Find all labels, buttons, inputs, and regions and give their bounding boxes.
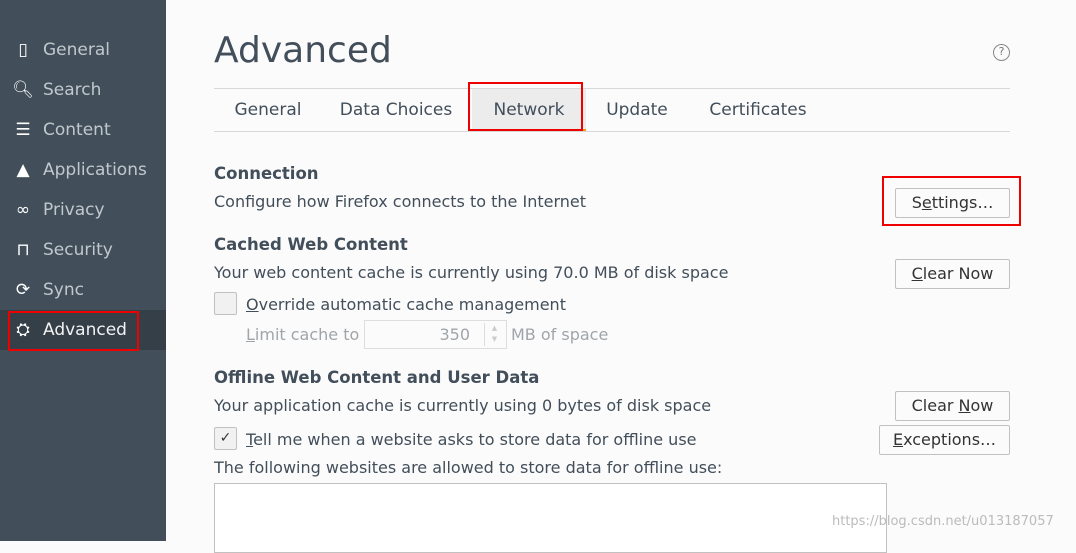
help-icon[interactable]: ?: [993, 44, 1010, 61]
tab-update[interactable]: Update: [590, 89, 684, 131]
exceptions-button[interactable]: Exceptions…: [879, 425, 1010, 455]
allowed-sites-list[interactable]: [214, 483, 887, 553]
cache-heading: Cached Web Content: [214, 235, 408, 254]
sidebar-item-label: Search: [43, 80, 102, 100]
cache-description: Your web content cache is currently usin…: [214, 263, 729, 282]
tab-general[interactable]: General: [214, 89, 322, 131]
sidebar-item-label: General: [43, 40, 110, 60]
content-icon: ☰: [15, 120, 31, 140]
sidebar-item-applications[interactable]: ▲ Applications: [0, 150, 166, 190]
offline-description: Your application cache is currently usin…: [214, 396, 712, 415]
watermark: https://blog.csdn.net/u013187057: [832, 514, 1054, 529]
tell-me-checkbox[interactable]: ✓: [214, 427, 237, 450]
sidebar-item-security[interactable]: ⊓ Security: [0, 230, 166, 270]
search-icon: 🔍︎: [12, 80, 34, 100]
limit-cache-input[interactable]: 350 ▲ ▼: [364, 320, 507, 349]
limit-cache-label: Limit cache to: [246, 325, 360, 344]
highlight-box: [882, 176, 1021, 226]
override-cache-checkbox[interactable]: [214, 292, 237, 315]
checkmark-icon: ✓: [219, 430, 232, 446]
page-title: Advanced: [214, 30, 392, 71]
spinner-arrows-icon[interactable]: ▲ ▼: [484, 323, 504, 346]
privacy-mask-icon: ∞: [15, 200, 31, 220]
lock-icon: ⊓: [16, 240, 30, 260]
sync-icon: ⟳: [15, 280, 31, 300]
allowed-sites-label: The following websites are allowed to st…: [214, 458, 723, 477]
override-cache-label[interactable]: Override automatic cache management: [246, 295, 566, 314]
sidebar-item-label: Content: [43, 120, 111, 140]
sidebar-item-sync[interactable]: ⟳ Sync: [0, 270, 166, 310]
offline-heading: Offline Web Content and User Data: [214, 368, 540, 387]
clear-cache-button[interactable]: Clear Now: [895, 259, 1010, 289]
highlight-box: [468, 82, 583, 131]
highlight-box: [8, 311, 139, 351]
tell-me-label[interactable]: Tell me when a website asks to store dat…: [246, 430, 697, 449]
tab-data-choices[interactable]: Data Choices: [326, 89, 466, 131]
sidebar-item-label: Privacy: [43, 200, 105, 220]
clear-offline-button[interactable]: Clear Now: [895, 391, 1010, 421]
tab-certificates[interactable]: Certificates: [694, 89, 822, 131]
sidebar: ▯ General 🔍︎ Search ☰ Content ▲ Applications…: [0, 0, 166, 541]
connection-description: Configure how Firefox connects to the In…: [214, 192, 586, 211]
sidebar-item-label: Sync: [43, 280, 84, 300]
sidebar-item-label: Security: [43, 240, 113, 260]
sidebar-item-search[interactable]: 🔍︎ Search: [0, 70, 166, 110]
limit-cache-unit: MB of space: [511, 325, 609, 344]
sidebar-item-general[interactable]: ▯ General: [0, 30, 166, 70]
tab-bar: General Data Choices Network Update Cert…: [214, 88, 1010, 132]
sidebar-item-content[interactable]: ☰ Content: [0, 110, 166, 150]
sidebar-item-label: Applications: [43, 160, 147, 180]
connection-heading: Connection: [214, 164, 319, 183]
applications-icon: ▲: [16, 160, 30, 180]
general-icon: ▯: [18, 40, 28, 60]
sidebar-item-privacy[interactable]: ∞ Privacy: [0, 190, 166, 230]
